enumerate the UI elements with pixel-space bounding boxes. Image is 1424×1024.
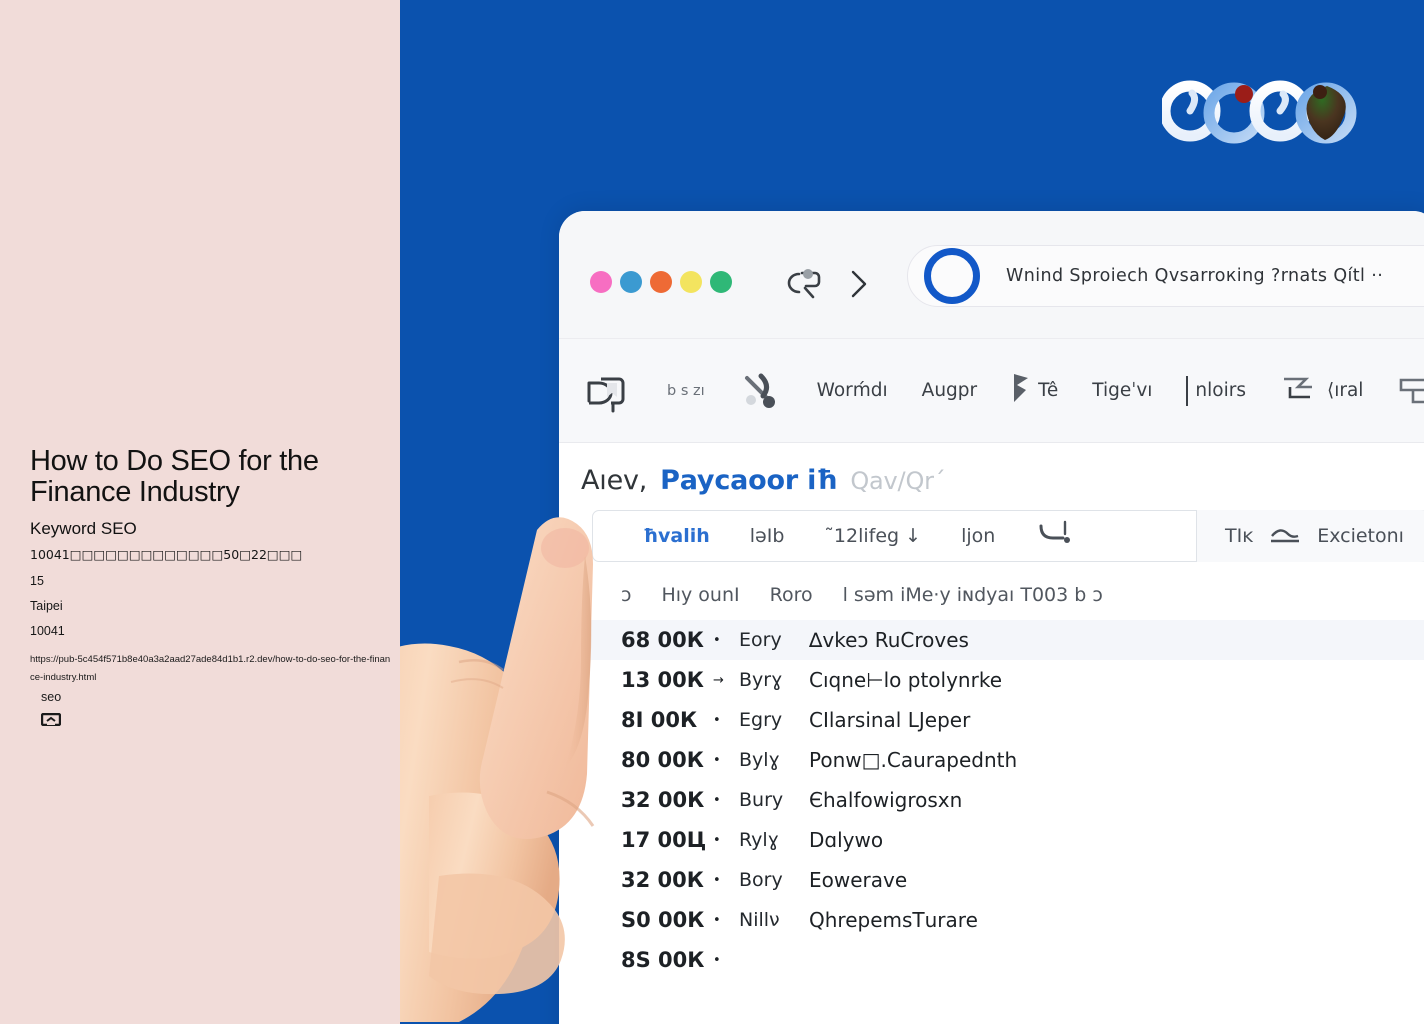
window-dot-2[interactable] — [620, 271, 642, 293]
bracket-icon[interactable] — [1035, 518, 1075, 555]
pointing-hand — [359, 496, 699, 1024]
address-line: 10041□□□□□□□□□□□□□50□22□□□ — [30, 547, 303, 563]
divider-icon — [1186, 375, 1189, 406]
cell-arrow: • — [713, 792, 721, 808]
cell-keyword: Ponw□.Caurapednth — [809, 748, 1018, 772]
scissors-icon[interactable] — [739, 370, 783, 412]
trend-icon[interactable] — [1269, 522, 1301, 551]
address-bar[interactable]: Wnind Sрroiech Qvsarroкing ?rnats Qítl ·… — [907, 245, 1424, 307]
window-dot-3[interactable] — [650, 271, 672, 293]
window-controls[interactable] — [590, 271, 732, 293]
tag-label[interactable]: seo — [41, 690, 61, 704]
filter-third[interactable]: ˜12lifeg ↓ — [824, 525, 921, 547]
card-icon — [40, 712, 62, 731]
flag-icon — [1011, 371, 1031, 410]
four-ring-logo — [1159, 78, 1362, 148]
window-dot-1[interactable] — [590, 271, 612, 293]
table-row[interactable]: 8Ѕ 00К • — [621, 940, 1424, 980]
address-bar-text: Wnind Sрroiech Qvsarroкing ?rnats Qítl ·… — [1006, 266, 1384, 286]
chat-reply-icon[interactable] — [780, 266, 822, 307]
browser-titlebar: Wnind Sрroiech Qvsarroкing ?rnats Qítl ·… — [559, 211, 1424, 339]
cell-keyword: ∆vkeɔ RuCroves — [809, 628, 969, 652]
cell-arrow: → — [713, 672, 724, 688]
cell-tag: Egry — [739, 709, 783, 731]
filter-bar: ħvalih ləІb ˜12lifeg ↓ ljon TІĸ Excieton… — [592, 510, 1424, 562]
heading-blue: Рayсaoor iħ — [660, 465, 838, 496]
cell-keyword: Єhalfowigrosxn — [809, 788, 963, 812]
toolbar-item-bszi[interactable]: b s zı — [667, 383, 705, 399]
toolbar-item-augpr[interactable]: Augpr — [922, 380, 977, 401]
article-subtitle: Keyword SEO — [30, 519, 137, 539]
window-dot-4[interactable] — [680, 271, 702, 293]
subrow-item-2[interactable]: Roro — [770, 584, 813, 606]
left-article-panel: How to Do SEO for the Finance Industry K… — [0, 0, 400, 1024]
toolbar-item-iral-label: ⟨ıral — [1327, 380, 1364, 401]
cell-arrow: • — [713, 632, 721, 648]
heading-dark: Aıev, — [581, 465, 648, 496]
address-postcode: 10041 — [30, 623, 65, 638]
cell-arrow: • — [713, 912, 721, 928]
filter-fourth[interactable]: ljon — [961, 525, 995, 547]
toolbar-item-iral[interactable]: ⟨ıral — [1280, 371, 1363, 410]
article-url[interactable]: https://pub-5c454f571b8e40a3a2aad27ade84… — [30, 651, 392, 687]
filter-right-group: TІĸ Excietonı — [1196, 510, 1424, 562]
filter-right-label-2[interactable]: Excietonı — [1317, 525, 1404, 547]
cell-tag: Eory — [739, 629, 782, 651]
toolbar-item-nloirs[interactable]: nloirs — [1186, 375, 1246, 406]
heading-gray: Qav/Qrˊ — [850, 467, 946, 495]
tag-block: seo — [40, 690, 62, 731]
filter-right-label-1[interactable]: TІĸ — [1225, 525, 1253, 547]
cell-tag: Rylɣ — [739, 829, 780, 851]
table-row[interactable]: 13 00К → Byrɣ Cıqne⊢lo ptolynrke — [621, 660, 1424, 700]
filter-second[interactable]: ləІb — [750, 525, 785, 547]
article-block: How to Do SEO for the Finance Industry K… — [30, 446, 395, 687]
cell-arrow: • — [713, 832, 721, 848]
frame-icon[interactable] — [1397, 374, 1424, 408]
table-row[interactable]: 8І 00К • Egry CІlarsinal LJeper — [621, 700, 1424, 740]
filter-third-label: ˜12lifeg — [824, 525, 900, 547]
toolbar-item-bookmark[interactable] — [581, 369, 633, 413]
subrow-item-3: l səm iΜе·y iɴdyaı Т003 b ɔ — [842, 584, 1103, 606]
table-row[interactable]: З2 00К • Bury Єhalfowigrosxn — [621, 780, 1424, 820]
cell-keyword: QhrepemsТurare — [809, 908, 978, 932]
navigation-icons — [780, 266, 870, 307]
cell-arrow: • — [713, 712, 721, 728]
cell-tag: Bory — [739, 869, 783, 891]
table-row[interactable]: 32 00К • Bory Eowerave — [621, 860, 1424, 900]
window-dot-5[interactable] — [710, 271, 732, 293]
page-title: How to Do SEO for the Finance Industry — [30, 445, 319, 508]
table-row[interactable]: 17 00Ц • Rylɣ Dɑlywo — [621, 820, 1424, 860]
fold-icon — [1280, 371, 1320, 410]
cell-arrow: • — [713, 752, 721, 768]
chevron-down-icon: ↓ — [905, 525, 922, 547]
cell-tag: Bylɣ — [739, 749, 780, 771]
chevron-right-icon[interactable] — [848, 268, 870, 305]
cell-arrow: • — [713, 872, 721, 888]
toolbar-item-te[interactable]: Tê — [1011, 371, 1058, 410]
cell-tag: Byrɣ — [739, 669, 783, 691]
cell-keyword: Dɑlywo — [809, 828, 884, 852]
cell-arrow: • — [713, 952, 721, 968]
table-row[interactable]: 80 00К • Bylɣ Ponw□.Caurapednth — [621, 740, 1424, 780]
circle-ring-icon — [924, 248, 980, 304]
toolbar-item-te-label: Tê — [1038, 380, 1059, 401]
address-city: Taipei — [30, 598, 63, 613]
table-row[interactable]: S0 00К • Nillν QhrepemsТurare — [621, 900, 1424, 940]
toolbar-item-tigev[interactable]: Tigeˈvı — [1092, 380, 1152, 401]
toolbar-item-nloirs-label: nloirs — [1195, 380, 1246, 401]
address-number: 15 — [30, 573, 44, 588]
browser-toolbar: b s zı Worḿdı Augpr Tê Tigeˈvı nloirs ⟨… — [559, 339, 1424, 443]
cell-tag: Bury — [739, 789, 784, 811]
cell-tag: Nillν — [739, 909, 780, 931]
cell-keyword: CІlarsinal LJeper — [809, 708, 971, 732]
cell-keyword: Cıqne⊢lo ptolynrke — [809, 668, 1003, 692]
cell-keyword: Eowerave — [809, 868, 908, 892]
toolbar-item-wormdi[interactable]: Worḿdı — [817, 380, 888, 401]
